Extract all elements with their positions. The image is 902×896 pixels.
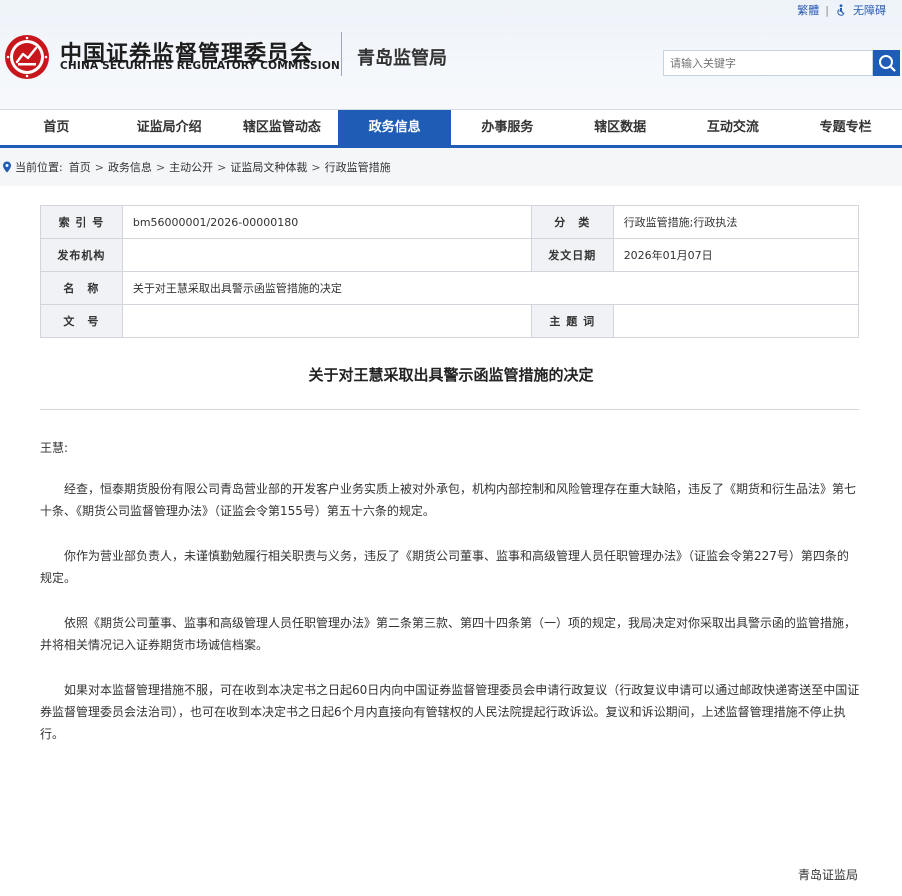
breadcrumb-public-disclosure[interactable]: 主动公开 [169,159,213,175]
breadcrumb-separator: > [94,160,104,174]
body-paragraph: 经查，恒泰期货股份有限公司青岛营业部的开发客户业务实质上被对外承包，机构内部控制… [40,482,857,518]
search-input[interactable] [663,50,873,76]
bureau-name: 青岛监管局 [357,48,447,69]
name-label: 名 称 [40,271,123,305]
nav-item-special-topics[interactable]: 专题专栏 [789,110,902,145]
top-links: 繁體 | 无障碍 [797,2,886,18]
breadcrumb-doc-types[interactable]: 证监局文种体裁 [230,159,307,175]
breadcrumb: 当前位置: 首页 > 政务信息 > 主动公开 > 证监局文种体裁 > 行政监管措… [0,148,902,186]
title-divider [40,409,859,410]
table-row: 名 称 关于对王慧采取出具警示函监管措施的决定 [40,271,860,305]
index-no-label: 索 引 号 [40,205,123,239]
top-links-separator: | [825,3,829,17]
nav-item-services[interactable]: 办事服务 [451,110,564,145]
date-label: 发文日期 [530,238,614,272]
nav-item-regional-data[interactable]: 辖区数据 [564,110,677,145]
body-paragraph: 依照《期货公司董事、监事和高级管理人员任职管理办法》第二条第三款、第四十四条第（… [40,616,857,652]
subject-label: 主 题 词 [530,304,614,338]
nav-item-bureau-intro[interactable]: 证监局介绍 [113,110,226,145]
breadcrumb-separator: > [155,160,166,174]
nav-item-regional-news[interactable]: 辖区监管动态 [226,110,339,145]
location-pin-icon [3,161,11,173]
category-value: 行政监管措施;行政执法 [612,205,860,239]
breadcrumb-home[interactable]: 首页 [69,159,91,175]
salutation: 王慧: [40,441,69,455]
breadcrumb-gov-info[interactable]: 政务信息 [108,159,152,175]
header-divider [341,32,342,76]
doc-no-value [121,304,532,338]
category-label: 分 类 [530,205,614,239]
search-icon [878,55,896,72]
signature: 青岛证监局 [797,868,858,882]
issuer-value [121,238,532,272]
org-name-en: CHINA SECURITIES REGULATORY COMMISSION [60,60,340,72]
accessibility-link[interactable]: 无障碍 [853,2,886,18]
document-title: 关于对王慧采取出具警示函监管措施的决定 [308,366,594,384]
search-button[interactable] [873,50,900,76]
document-metadata-table: 索 引 号 bm56000001/2026-00000180 分 类 行政监管措… [40,205,860,338]
nav-item-home[interactable]: 首页 [0,110,113,145]
document-body: 王慧: 经查，恒泰期货股份有限公司青岛营业部的开发客户业务实质上被对外承包，机构… [40,437,860,768]
csrc-emblem-icon [5,35,49,79]
date-value: 2026年01月07日 [612,238,860,272]
table-row: 发布机构 发文日期 2026年01月07日 [40,238,860,272]
doc-no-label: 文 号 [40,304,123,338]
subject-value [612,304,860,338]
breadcrumb-admin-measures[interactable]: 行政监管措施 [325,159,391,175]
accessibility-icon [837,4,845,16]
table-row: 文 号 主 题 词 [40,304,860,338]
breadcrumb-prefix: 当前位置: [15,161,63,174]
breadcrumb-separator: > [311,160,321,174]
body-paragraph: 你作为营业部负责人，未谨慎勤勉履行相关职责与义务，违反了《期货公司董事、监事和高… [40,549,849,585]
traditional-chinese-link[interactable]: 繁體 [797,2,819,18]
breadcrumb-separator: > [217,160,227,174]
nav-item-interaction[interactable]: 互动交流 [677,110,790,145]
index-no-value: bm56000001/2026-00000180 [121,205,532,239]
name-value: 关于对王慧采取出具警示函监管措施的决定 [121,271,860,305]
main-nav: 首页 证监局介绍 辖区监管动态 政务信息 办事服务 辖区数据 互动交流 专题专栏 [0,109,902,148]
table-row: 索 引 号 bm56000001/2026-00000180 分 类 行政监管措… [40,205,860,239]
issuer-label: 发布机构 [40,238,123,272]
nav-item-gov-info[interactable]: 政务信息 [338,110,451,145]
body-paragraph: 如果对本监督管理措施不服，可在收到本决定书之日起60日内向中国证券监督管理委员会… [40,683,860,741]
